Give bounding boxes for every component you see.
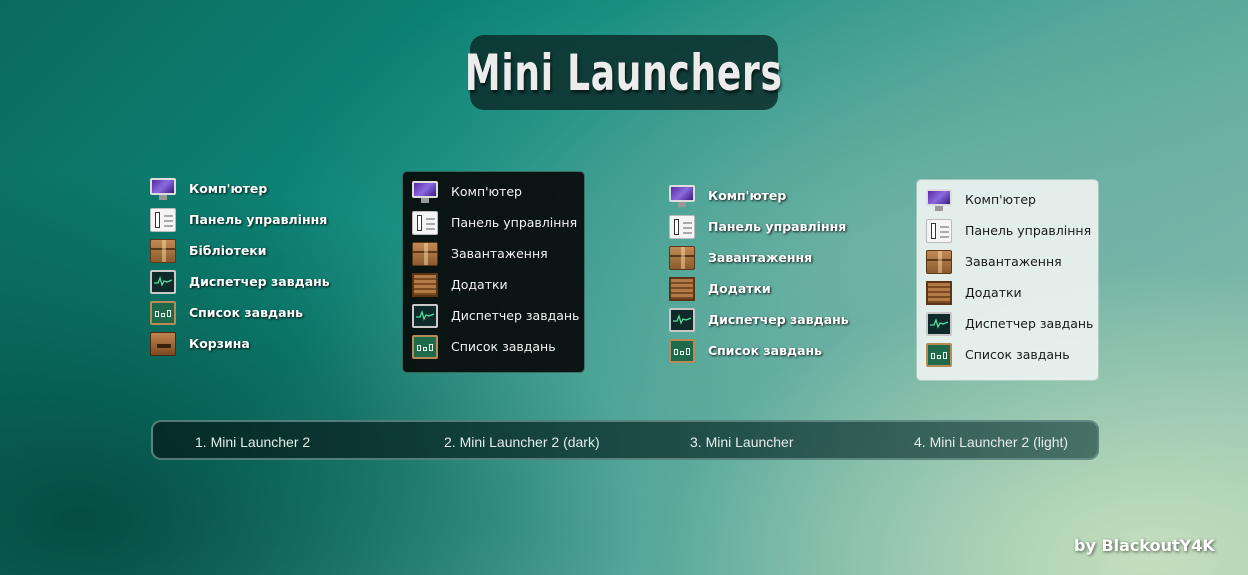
launcher-item[interactable]: Додатки (669, 273, 849, 304)
launcher-item[interactable]: Панель управління (669, 211, 849, 242)
launcher-item-label: Комп'ютер (965, 192, 1036, 207)
launcher-item[interactable]: Комп'ютер (150, 173, 330, 204)
launcher-item[interactable]: Комп'ютер (926, 184, 1098, 215)
computer-icon (669, 184, 695, 208)
launcher-item[interactable]: Диспетчер завдань (669, 304, 849, 335)
launcher-item-label: Завантаження (451, 246, 548, 261)
libraries-icon (150, 238, 176, 263)
task-manager-icon (669, 307, 695, 332)
launcher-item-label: Диспетчер завдань (451, 308, 580, 323)
launcher-item-label: Панель управління (451, 215, 578, 230)
launcher-item-label: Панель управління (965, 223, 1092, 238)
control-panel-icon (669, 214, 695, 239)
launcher-item[interactable]: Панель управління (926, 215, 1098, 246)
launcher-item-label: Список завдань (189, 305, 304, 320)
title-banner: Mini Launchers (465, 35, 782, 110)
launcher-item-label: Список завдань (708, 343, 823, 358)
computer-icon (412, 180, 438, 204)
launcher-mini-2-light: Комп'ютер Панель управління Завантаження До… (917, 180, 1098, 380)
launcher-mini: Комп'ютер Панель управління Завантаження До… (669, 180, 849, 366)
downloads-icon (926, 249, 952, 274)
launcher-item-label: Диспетчер завдань (708, 312, 849, 327)
task-manager-icon (926, 311, 952, 336)
launcher-item-label: Додатки (451, 277, 508, 292)
launcher-item-label: Завантаження (965, 254, 1062, 269)
launcher-mini-2-dark: Комп'ютер Панель управління Завантаження До… (403, 172, 584, 372)
caption-4: 4. Mini Launcher 2 (light) (914, 434, 1069, 450)
task-list-icon (926, 342, 952, 367)
launcher-item[interactable]: Комп'ютер (412, 176, 584, 207)
launcher-item-label: Диспетчер завдань (189, 274, 330, 289)
downloads-icon (669, 245, 695, 270)
launcher-item[interactable]: Диспетчер завдань (926, 308, 1098, 339)
launcher-item-label: Комп'ютер (708, 188, 787, 203)
recycle-bin-icon (150, 331, 176, 356)
launcher-item[interactable]: Список завдань (412, 331, 584, 362)
launcher-mini-2: Комп'ютер Панель управління Бібліотеки Дисп… (150, 173, 330, 359)
launcher-item[interactable]: Панель управління (412, 207, 584, 238)
applications-icon (669, 276, 695, 301)
computer-icon (150, 177, 176, 201)
launcher-item[interactable]: Завантаження (669, 242, 849, 273)
launcher-item-label: Завантаження (708, 250, 813, 265)
launcher-item-label: Комп'ютер (451, 184, 522, 199)
control-panel-icon (412, 210, 438, 235)
control-panel-icon (926, 218, 952, 243)
launcher-item[interactable]: Корзина (150, 328, 330, 359)
launcher-item[interactable]: Диспетчер завдань (150, 266, 330, 297)
launcher-item-label: Комп'ютер (189, 181, 268, 196)
control-panel-icon (150, 207, 176, 232)
launcher-item[interactable]: Список завдань (150, 297, 330, 328)
launcher-item[interactable]: Список завдань (926, 339, 1098, 370)
applications-icon (926, 280, 952, 305)
launcher-item-label: Додатки (708, 281, 771, 296)
launcher-item[interactable]: Список завдань (669, 335, 849, 366)
launcher-item-label: Бібліотеки (189, 243, 267, 258)
launcher-item-label: Панель управління (189, 212, 328, 227)
task-manager-icon (412, 303, 438, 328)
caption-2: 2. Mini Launcher 2 (dark) (444, 434, 600, 450)
launcher-item[interactable]: Завантаження (412, 238, 584, 269)
caption-bar: 1. Mini Launcher 2 2. Mini Launcher 2 (d… (151, 420, 1099, 460)
launcher-item-label: Додатки (965, 285, 1022, 300)
task-list-icon (669, 338, 695, 363)
launcher-item-label: Панель управління (708, 219, 847, 234)
launcher-item-label: Диспетчер завдань (965, 316, 1094, 331)
launcher-item[interactable]: Додатки (926, 277, 1098, 308)
launcher-item[interactable]: Додатки (412, 269, 584, 300)
launcher-item[interactable]: Завантаження (926, 246, 1098, 277)
launcher-item[interactable]: Бібліотеки (150, 235, 330, 266)
launcher-item-label: Список завдань (965, 347, 1070, 362)
caption-1: 1. Mini Launcher 2 (195, 434, 311, 450)
task-manager-icon (150, 269, 176, 294)
caption-3: 3. Mini Launcher (690, 434, 794, 450)
task-list-icon (150, 300, 176, 325)
launcher-item-label: Список завдань (451, 339, 556, 354)
launcher-item[interactable]: Панель управління (150, 204, 330, 235)
computer-icon (926, 188, 952, 212)
launcher-item[interactable]: Диспетчер завдань (412, 300, 584, 331)
launcher-item-label: Корзина (189, 336, 250, 351)
author-credit: by BlackoutY4K (1074, 536, 1215, 555)
task-list-icon (412, 334, 438, 359)
launcher-item[interactable]: Комп'ютер (669, 180, 849, 211)
applications-icon (412, 272, 438, 297)
downloads-icon (412, 241, 438, 266)
page-title: Mini Launchers (465, 43, 783, 102)
